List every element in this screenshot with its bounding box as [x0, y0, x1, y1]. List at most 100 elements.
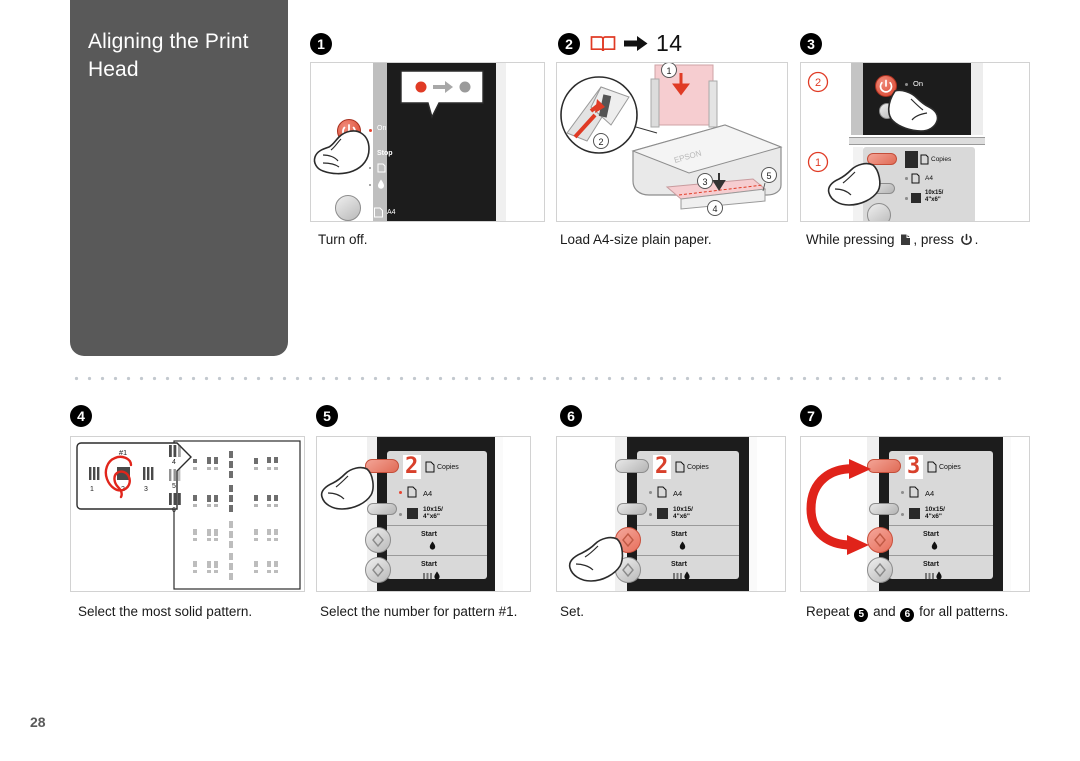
svg-text:5: 5 [766, 171, 771, 181]
label-start-2-step5: Start [421, 561, 437, 568]
inline-badge-6: 6 [900, 608, 915, 622]
lcd-display-step5: 2 [405, 454, 419, 479]
svg-text:1: 1 [666, 66, 671, 76]
ink-color-icon [423, 571, 440, 580]
caption-step-7: Repeat 5 and 6 for all patterns. [806, 604, 1008, 622]
svg-text:4: 4 [712, 204, 717, 214]
ink-drop-icon [378, 179, 384, 189]
step-badge-7: 7 [800, 405, 822, 427]
caption-step-7-mid: and [873, 604, 896, 619]
svg-text:4: 4 [172, 459, 176, 466]
paper-icon [377, 163, 386, 173]
panel-load-paper: 1 EPSON 3 4 5 2 [556, 62, 788, 222]
label-photo-step6: 10x15/ [673, 506, 693, 513]
label-a4-step6: A4 [673, 489, 683, 498]
caption-step-4: Select the most solid pattern. [78, 604, 253, 619]
step-badge-2: 2 [558, 33, 580, 55]
svg-text:2: 2 [815, 77, 821, 89]
label-photo-step5: 10x15/ [423, 506, 443, 513]
hand-pointer-icon-step6 [568, 536, 624, 582]
svg-text:3: 3 [144, 486, 148, 493]
label-copies-step5: Copies [437, 464, 459, 471]
copies-button-step6[interactable] [615, 459, 649, 473]
svg-text:2: 2 [598, 137, 603, 147]
label-stop: Stop [377, 150, 393, 157]
callout-bubble-leds [400, 70, 484, 119]
callout-2: 2 [807, 71, 829, 93]
page-title: Aligning the Print Head [88, 30, 249, 81]
start-bw-button-step5[interactable] [365, 527, 391, 553]
copies-icon-step5 [425, 461, 435, 473]
label-on: On [377, 125, 387, 132]
a4-led-step6 [649, 491, 652, 494]
printer-paper-loading-illustration: 1 EPSON 3 4 5 2 [560, 63, 783, 216]
step-badge-3: 3 [800, 33, 822, 55]
label-a4-step5: A4 [423, 489, 433, 498]
hand-pointer-icon-step5 [320, 466, 374, 510]
caption-step-7-prefix: Repeat [806, 604, 850, 619]
copies-icon-step6 [675, 461, 685, 473]
a4-icon-step5 [407, 486, 417, 498]
a4-icon-step6 [657, 486, 667, 498]
page-number: 28 [30, 714, 46, 730]
label-photo2-step3: 4"x6" [925, 197, 941, 203]
a4-led-step5 [399, 491, 402, 494]
section-title-block: Aligning the Print Head [70, 0, 288, 356]
photo-led-step7 [901, 513, 904, 516]
power-icon [960, 233, 972, 245]
photo-button-step6[interactable] [617, 503, 647, 515]
svg-text:1: 1 [90, 486, 94, 493]
label-photo-step7: 10x15/ [925, 506, 945, 513]
label-a4: A4 [387, 209, 396, 216]
ink-color-icon-step7 [925, 571, 942, 580]
book-icon [590, 36, 616, 52]
label-photo2-step7: 4"x6" [925, 513, 943, 520]
label-start-2-step7: Start [923, 561, 939, 568]
photo-led-step6 [649, 513, 652, 516]
photo-led-step5 [399, 513, 402, 516]
a4-icon-step7 [909, 486, 919, 498]
panel-select-pattern: #1 1 2 3 4 5 6 [70, 436, 305, 592]
section-divider [70, 376, 1010, 381]
lcd-display-step6: 2 [655, 454, 669, 479]
ink-black-icon-step6 [679, 541, 686, 550]
label-start-2-step6: Start [671, 561, 687, 568]
paper-feed-icon [901, 234, 911, 245]
panel-press-combo: On 2 Copies A4 10x15/ 4"x6" 1 [800, 62, 1030, 222]
repeat-arrow-icon [806, 459, 871, 555]
svg-text:6: 6 [172, 507, 176, 514]
ink-black-icon [429, 541, 436, 550]
svg-text:5: 5 [172, 483, 176, 490]
label-start-1-step5: Start [421, 531, 437, 538]
step-badge-5: 5 [316, 405, 338, 427]
svg-text:3: 3 [702, 177, 707, 187]
label-photo-step3: 10x15/ [925, 190, 944, 196]
panel-repeat: 3 Copies A4 10x15/ 4"x6" Start Start [800, 436, 1030, 592]
caption-step-7-suffix: for all patterns. [919, 604, 1009, 619]
on-led-step3 [905, 83, 908, 86]
inline-badge-5: 5 [854, 608, 869, 622]
a4-led-step7 [901, 491, 904, 494]
lcd-display-step7: 3 [907, 454, 921, 479]
ink-color-icon-step6 [673, 571, 690, 580]
step-badge-4: 4 [70, 405, 92, 427]
a4-paper-icon [374, 207, 383, 218]
a4-icon-step3 [911, 173, 920, 184]
caption-step-5: Select the number for pattern #1. [320, 604, 518, 619]
label-copies-step6: Copies [687, 464, 709, 471]
label-a4-step7: A4 [925, 489, 935, 498]
copies-icon-step7 [927, 461, 937, 473]
start-button[interactable] [335, 195, 361, 221]
hand-pointer-icon [313, 130, 370, 175]
hand-pointer-icon-lower [827, 162, 881, 206]
label-photo2-step5: 4"x6" [423, 513, 441, 520]
hand-pointer-icon-upper [887, 89, 939, 132]
label-a4-step3: A4 [925, 175, 933, 182]
caption-step-1: Turn off. [318, 232, 368, 247]
label-copies-step3: Copies [931, 156, 952, 163]
panel-select-number: 2 Copies A4 10x15/ 4"x6" Start Start [316, 436, 531, 592]
caption-step-3-prefix: While pressing [806, 232, 895, 247]
start-color-button-step5[interactable] [365, 557, 391, 583]
alignment-pattern-sheet: #1 1 2 3 4 5 6 [76, 440, 301, 590]
label-copies-step7: Copies [939, 464, 961, 471]
